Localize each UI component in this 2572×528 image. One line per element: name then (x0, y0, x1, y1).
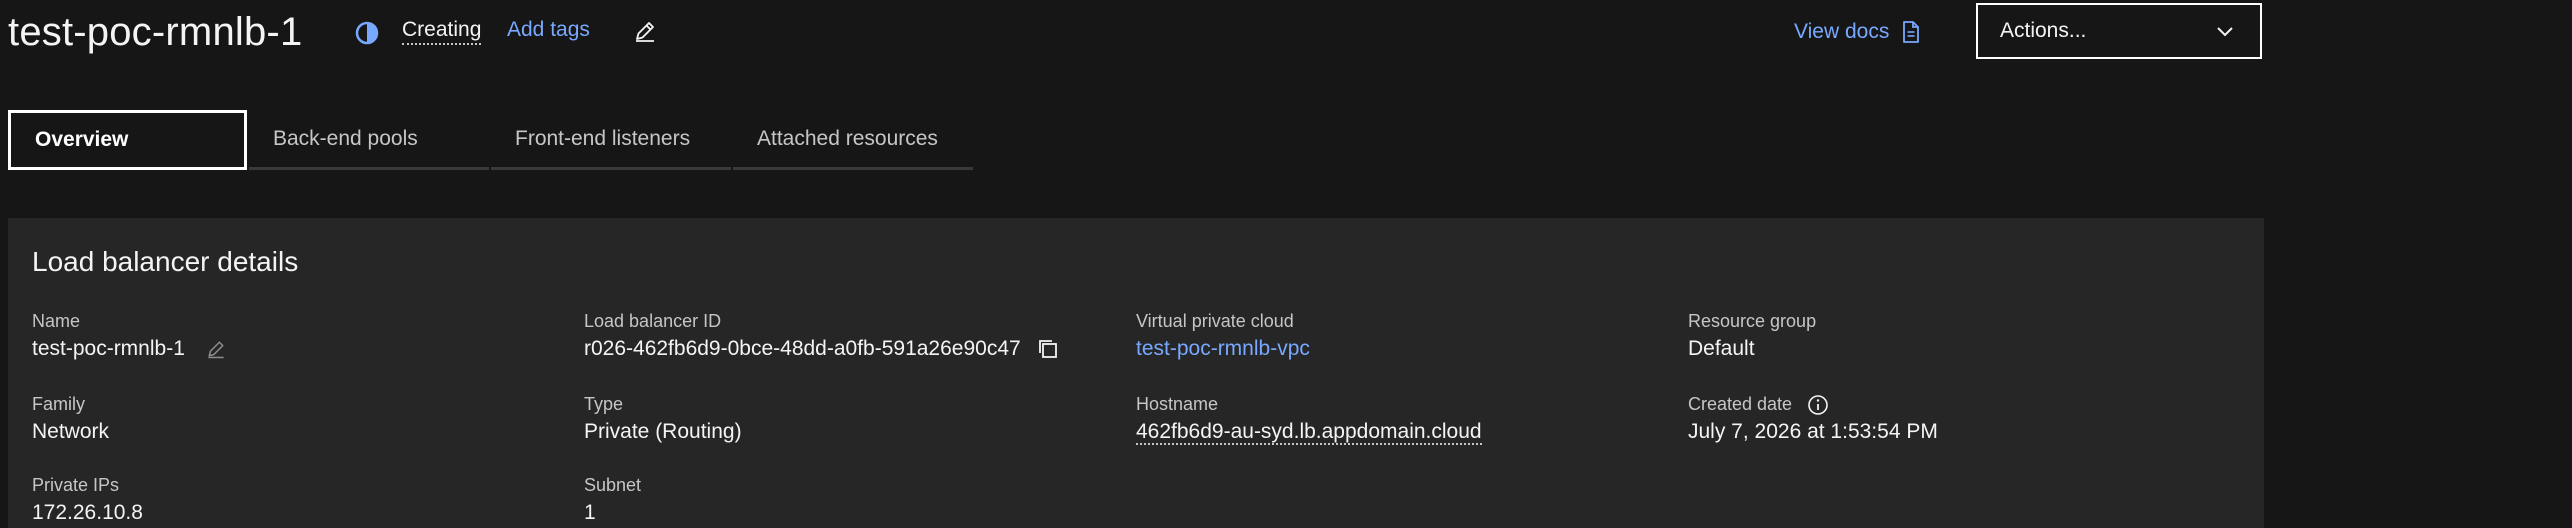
family-value: Network (32, 420, 110, 443)
created-date-value: July 7, 2026 at 1:53:54 PM (1688, 420, 1938, 443)
subnet-value: 1 (584, 501, 596, 524)
chevron-down-icon (2217, 27, 2233, 37)
copy-icon[interactable] (1037, 338, 1059, 360)
view-docs-link[interactable]: View docs (1794, 19, 1921, 45)
tab-overview[interactable]: Overview (8, 110, 247, 170)
actions-dropdown[interactable]: Actions... (1976, 3, 2262, 59)
actions-label: Actions... (2000, 19, 2087, 42)
vpc-label: Virtual private cloud (1136, 311, 1294, 331)
subnet-label: Subnet (584, 475, 642, 495)
add-tags-link[interactable]: Add tags (507, 17, 590, 43)
view-docs-label: View docs (1794, 20, 1890, 43)
load-balancer-id-value: r026-462fb6d9-0bce-48dd-a0fb-591a26e90c4… (584, 337, 1021, 360)
load-balancer-details-panel: Load balancer details Name test-poc-rmnl… (8, 218, 2264, 528)
hostname-label: Hostname (1136, 394, 1219, 414)
edit-icon[interactable] (205, 338, 227, 360)
tab-label: Attached resources (757, 126, 938, 150)
hostname-value-row: 462fb6d9-au-syd.lb.appdomain.cloud (1136, 419, 1482, 445)
tab-label: Overview (35, 128, 129, 151)
status-in-progress-icon (355, 21, 379, 45)
tab-label: Back-end pools (273, 126, 418, 150)
tab-list: Overview Back-end pools Front-end listen… (8, 110, 975, 170)
tab-attached-resources[interactable]: Attached resources (733, 110, 973, 170)
document-icon (1903, 21, 1920, 43)
private-ips-label: Private IPs (32, 475, 120, 495)
tab-front-end-listeners[interactable]: Front-end listeners (491, 110, 731, 170)
load-balancer-id-row: r026-462fb6d9-0bce-48dd-a0fb-591a26e90c4… (584, 336, 1059, 362)
status-text[interactable]: Creating (402, 17, 482, 45)
created-date-label: Created date (1688, 394, 1793, 414)
resource-group-value: Default (1688, 337, 1755, 360)
edit-icon[interactable] (632, 18, 658, 44)
panel-title: Load balancer details (32, 246, 299, 277)
type-value: Private (Routing) (584, 420, 742, 443)
family-label: Family (32, 394, 85, 414)
resource-group-label: Resource group (1688, 311, 1817, 331)
vpc-link[interactable]: test-poc-rmnlb-vpc (1136, 336, 1310, 362)
hostname-value[interactable]: 462fb6d9-au-syd.lb.appdomain.cloud (1136, 420, 1482, 445)
created-date-label-row: Created date (1688, 393, 1829, 416)
page-title: test-poc-rmnlb-1 (8, 10, 303, 54)
type-label: Type (584, 394, 624, 414)
name-label: Name (32, 311, 81, 331)
tab-back-end-pools[interactable]: Back-end pools (249, 110, 489, 170)
tab-label: Front-end listeners (515, 126, 691, 150)
load-balancer-id-label: Load balancer ID (584, 311, 722, 331)
name-value: test-poc-rmnlb-1 (32, 337, 185, 360)
information-icon[interactable] (1807, 394, 1829, 416)
private-ips-value: 172.26.10.8 (32, 501, 143, 524)
name-value-row: test-poc-rmnlb-1 (32, 336, 227, 362)
